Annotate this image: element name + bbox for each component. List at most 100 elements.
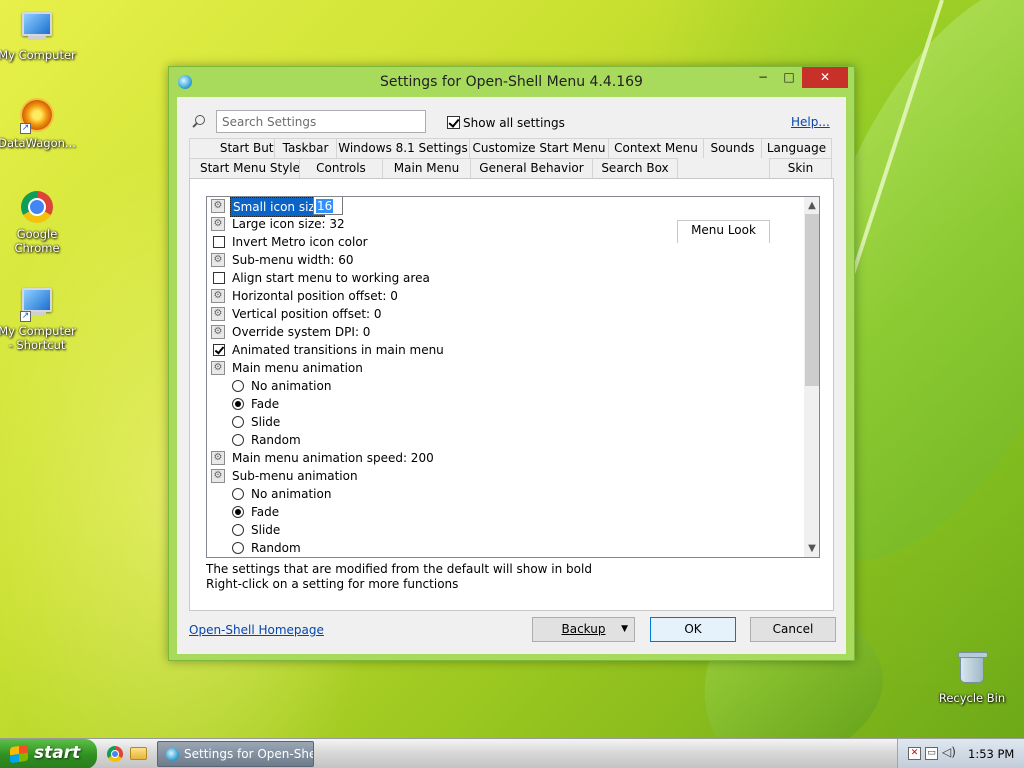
tab-context-menu[interactable]: Context Menu	[608, 138, 704, 158]
desktop-icon-label: My Computer	[0, 48, 76, 62]
gear-icon: ⚙	[211, 253, 225, 267]
radio-unselected-icon[interactable]	[232, 488, 244, 500]
option-label: Slide	[251, 415, 281, 429]
note-bold-modified: The settings that are modified from the …	[206, 562, 592, 576]
radio-unselected-icon[interactable]	[232, 542, 244, 554]
desktop-icon-label: Recycle Bin	[938, 691, 1006, 705]
desktop-icon-datawagon[interactable]: ↗ DataWagon...	[0, 98, 77, 150]
setting-label: Invert Metro icon color	[232, 235, 368, 249]
radio-selected-icon[interactable]	[232, 506, 244, 518]
radio-selected-icon[interactable]	[232, 398, 244, 410]
small-icon-size-input[interactable]: 16	[313, 197, 343, 215]
minimize-button[interactable]: −	[750, 67, 776, 88]
search-icon	[191, 115, 205, 129]
setting-label: Main menu animation	[232, 361, 363, 375]
setting-label: Horizontal position offset: 0	[232, 289, 398, 303]
scroll-down-arrow-icon[interactable]: ▼	[804, 540, 819, 557]
action-center-flag-icon[interactable]: ✕	[908, 747, 921, 760]
search-input[interactable]	[216, 110, 426, 133]
taskbar-item-settings[interactable]: Settings for Open-Shel...	[157, 741, 314, 767]
shortcut-arrow-icon: ↗	[20, 123, 31, 134]
clock[interactable]: 1:53 PM	[968, 747, 1014, 761]
setting-label: Large icon size: 32	[232, 217, 345, 231]
cancel-button[interactable]: Cancel	[750, 617, 836, 642]
radio-unselected-icon[interactable]	[232, 380, 244, 392]
option-label: No animation	[251, 487, 332, 501]
help-link[interactable]: Help...	[791, 115, 830, 129]
checkbox-checked-icon	[447, 116, 460, 129]
tab-sounds[interactable]: Sounds	[703, 138, 762, 158]
volume-icon[interactable]: ◁)	[942, 746, 956, 760]
window-titlebar[interactable]: Settings for Open-Shell Menu 4.4.169 − □…	[169, 67, 854, 97]
desktop-icon-google-chrome[interactable]: Google Chrome	[0, 190, 77, 255]
radio-unselected-icon[interactable]	[232, 416, 244, 428]
network-icon[interactable]: ▭	[925, 747, 938, 760]
checkbox-unchecked-icon[interactable]	[213, 272, 225, 284]
desktop-icon-my-computer[interactable]: My Computer	[0, 8, 77, 62]
option-label: Random	[251, 541, 301, 555]
computer-icon	[20, 12, 54, 46]
settings-window: Settings for Open-Shell Menu 4.4.169 − □…	[168, 66, 855, 661]
maximize-button[interactable]: □	[776, 67, 802, 88]
computer-icon: ↗	[20, 288, 54, 322]
quicklaunch-folder-icon[interactable]	[130, 747, 147, 760]
gear-icon: ⚙	[211, 325, 225, 339]
note-right-click: Right-click on a setting for more functi…	[206, 577, 459, 591]
scrollbar-thumb[interactable]	[805, 214, 819, 386]
checkbox-checked-icon[interactable]	[213, 344, 225, 356]
option-label: Fade	[251, 505, 280, 519]
gear-icon: ⚙	[211, 361, 225, 375]
tab-language[interactable]: Language	[761, 138, 832, 158]
small-icon-size-value: 16	[316, 199, 334, 213]
tab-main-menu[interactable]: Main Menu	[382, 158, 471, 178]
open-shell-icon	[166, 748, 179, 761]
setting-label: Vertical position offset: 0	[232, 307, 382, 321]
radio-unselected-icon[interactable]	[232, 524, 244, 536]
quicklaunch-chrome-icon[interactable]	[107, 746, 123, 762]
shortcut-arrow-icon: ↗	[20, 311, 31, 322]
open-shell-homepage-link[interactable]: Open-Shell Homepage	[189, 623, 324, 637]
close-button[interactable]: ✕	[802, 67, 848, 88]
start-button[interactable]: start	[0, 739, 97, 768]
backup-button[interactable]: Backup ▼	[532, 617, 635, 642]
scroll-up-arrow-icon[interactable]: ▲	[804, 197, 819, 214]
flower-icon: ↗	[20, 100, 54, 134]
window-client-area: Show all settings Help... Start Button T…	[177, 97, 846, 654]
tab-skin[interactable]: Skin	[769, 158, 832, 178]
ok-button[interactable]: OK	[650, 617, 736, 642]
tab-windows-8-1-settings[interactable]: Windows 8.1 Settings	[336, 138, 470, 158]
show-all-settings-label: Show all settings	[463, 115, 565, 130]
tab-menu-look[interactable]: Menu Look	[677, 220, 770, 243]
option-label: Fade	[251, 397, 280, 411]
option-label: Random	[251, 433, 301, 447]
desktop-icon-my-computer-shortcut[interactable]: ↗ My Computer - Shortcut	[0, 284, 77, 352]
setting-label: Main menu animation speed: 200	[232, 451, 434, 465]
gear-icon: ⚙	[211, 199, 225, 213]
desktop-icon-label: Google Chrome	[14, 227, 60, 255]
gear-icon: ⚙	[211, 217, 225, 231]
settings-scrollbar[interactable]: ▲ ▼	[804, 197, 819, 557]
checkbox-unchecked-icon[interactable]	[213, 236, 225, 248]
gear-icon: ⚙	[211, 451, 225, 465]
setting-label: Sub-menu animation	[232, 469, 358, 483]
tab-search-box[interactable]: Search Box	[592, 158, 678, 178]
tab-controls[interactable]: Controls	[299, 158, 383, 178]
gear-icon: ⚙	[211, 289, 225, 303]
desktop-icon-recycle-bin[interactable]: Recycle Bin	[932, 652, 1012, 705]
backup-button-label: Backup	[561, 622, 606, 636]
setting-label: Align start menu to working area	[232, 271, 430, 285]
desktop-icon-label: DataWagon...	[0, 136, 76, 150]
gear-icon: ⚙	[211, 307, 225, 321]
tab-general-behavior[interactable]: General Behavior	[470, 158, 593, 178]
tab-customize-start-menu[interactable]: Customize Start Menu	[469, 138, 609, 158]
dropdown-arrow-icon: ▼	[621, 624, 628, 634]
setting-label: Sub-menu width: 60	[232, 253, 354, 267]
option-label: No animation	[251, 379, 332, 393]
taskbar: start Settings for Open-Shel... ✕ ▭ ◁) 1…	[0, 738, 1024, 768]
settings-tree: ⚙ Small icon size 16 ⚙ Large icon size: …	[206, 196, 820, 558]
tab-taskbar[interactable]: Taskbar	[274, 138, 337, 158]
tab-start-menu-style[interactable]: Start Menu Style	[189, 158, 311, 178]
show-all-settings-checkbox[interactable]: Show all settings	[447, 115, 565, 130]
taskbar-item-label: Settings for Open-Shel...	[184, 747, 313, 761]
radio-unselected-icon[interactable]	[232, 434, 244, 446]
